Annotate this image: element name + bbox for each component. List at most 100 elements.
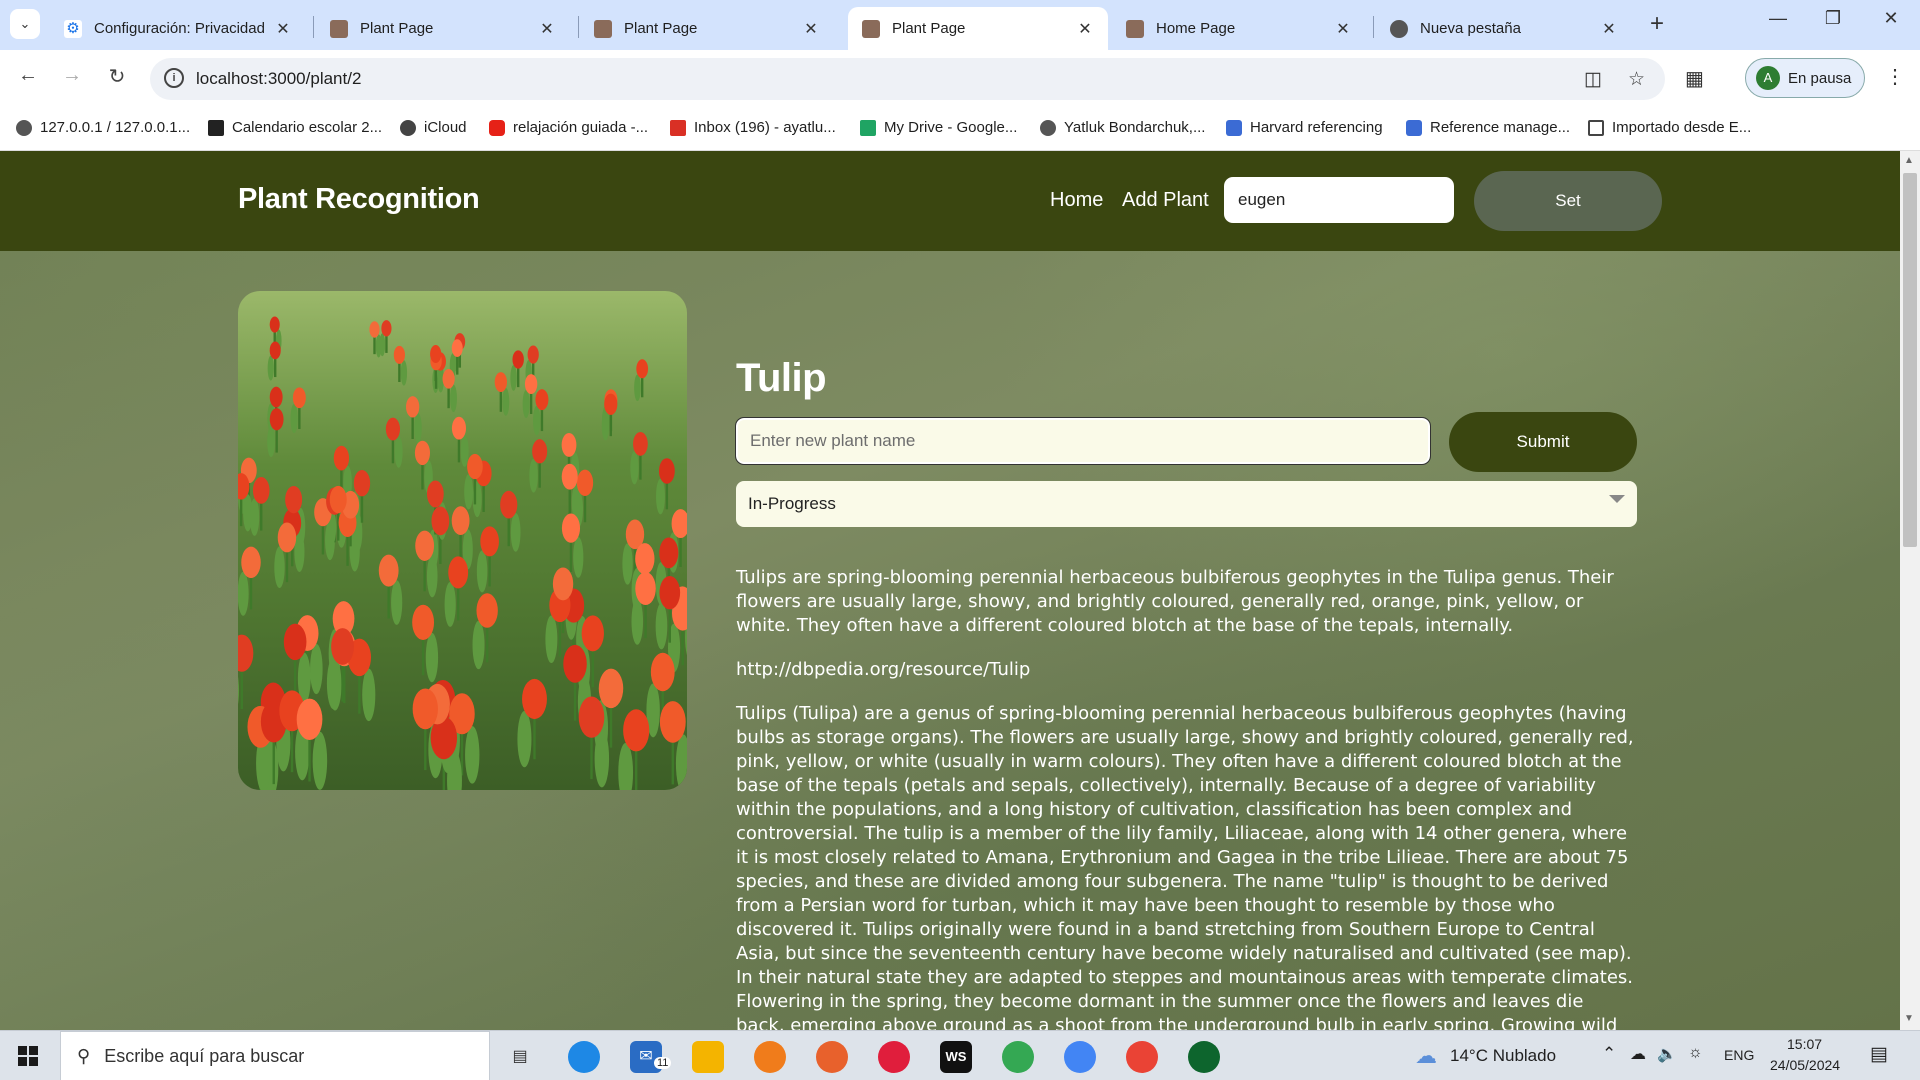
new-tab-icon[interactable]: + [1650,11,1664,37]
chrome-icon[interactable] [1064,1041,1096,1073]
menu-kebab-icon[interactable]: ⋮ [1885,64,1905,89]
tray-chevron-icon[interactable]: ⌃ [1602,1044,1616,1064]
bookmark-item[interactable]: My Drive - Google... [860,119,1017,136]
bookmark-item[interactable]: Reference manage... [1406,119,1570,136]
tulip-leaf [517,711,532,768]
tulip-bloom [451,339,463,357]
tab-plant-page-active[interactable]: Plant Page ✕ [848,7,1108,50]
tab-home-page[interactable]: Home Page ✕ [1112,7,1366,50]
file-explorer-icon[interactable] [692,1041,724,1073]
status-select[interactable]: In-Progress [736,481,1637,527]
language-indicator[interactable]: ENG [1724,1047,1754,1063]
tulip-leaf [274,546,285,589]
install-app-icon[interactable]: ◫ [1584,68,1602,91]
bookmark-item[interactable]: 127.0.0.1 / 127.0.0.1... [16,119,190,136]
set-username-button[interactable]: Set [1474,171,1662,231]
scroll-down-icon[interactable]: ▼ [1904,1013,1914,1024]
tulip-leaf [238,571,249,616]
search-icon: ⚲ [77,1045,91,1066]
opera-icon[interactable] [878,1041,910,1073]
submit-button[interactable]: Submit [1449,412,1637,472]
close-icon[interactable]: ✕ [538,19,556,39]
tulip-leaf [510,512,521,552]
browser-toolbar: ← → ↻ i localhost:3000/plant/2 ◫ ☆ ▦ A E… [0,50,1920,107]
tulip-bloom [563,644,587,683]
rename-plant-input[interactable] [735,417,1431,465]
tab-title: Home Page [1156,20,1236,37]
close-icon[interactable]: ✕ [1076,19,1094,39]
site-info-icon[interactable]: i [164,68,184,88]
address-bar[interactable]: i localhost:3000/plant/2 ◫ ☆ [150,58,1665,100]
bookmark-item[interactable]: Harvard referencing [1226,119,1383,136]
clock-time[interactable]: 15:07 [1787,1036,1822,1052]
reload-icon[interactable]: ↻ [103,64,131,89]
minimize-icon[interactable]: — [1755,8,1801,29]
tulip-leaf [425,632,439,683]
close-icon[interactable]: ✕ [1600,19,1618,39]
close-icon[interactable]: ✕ [802,19,820,39]
tulip-bloom [292,387,306,409]
bookmark-folder[interactable]: Importado desde E... [1588,119,1751,136]
scroll-up-icon[interactable]: ▲ [1904,155,1914,166]
extensions-puzzle-icon[interactable]: ▦ [1685,66,1704,91]
forward-arrow-icon[interactable]: → [58,64,86,87]
back-arrow-icon[interactable]: ← [14,64,42,87]
username-input[interactable] [1224,177,1454,223]
tab-plant-page[interactable]: Plant Page ✕ [316,7,570,50]
chrome-icon[interactable] [1126,1041,1158,1073]
volume-icon[interactable]: 🔈 [1657,1044,1677,1064]
profile-button[interactable]: A En pausa [1745,58,1865,98]
windows-start-icon[interactable] [18,1046,38,1066]
close-icon[interactable]: ✕ [1334,19,1352,39]
tulip-leaf [426,554,438,598]
site-brand[interactable]: Plant Recognition [238,183,480,216]
firefox-icon[interactable] [816,1041,848,1073]
tulip-bloom [512,350,524,369]
tab-plant-page[interactable]: Plant Page ✕ [580,7,834,50]
close-icon[interactable]: ✕ [274,19,292,39]
tulip-bloom [659,701,686,743]
notifications-icon[interactable]: ▤ [1870,1043,1888,1066]
tulip-bloom [331,628,354,665]
nav-link-home[interactable]: Home [1050,189,1103,212]
chevron-down-icon [1609,495,1625,503]
bookmark-star-icon[interactable]: ☆ [1628,68,1645,91]
status-selected-value: In-Progress [748,494,836,513]
tulip-leaf [391,580,403,625]
browser-tab-strip: ⌄ ⚙ Configuración: Privacidad y ✕ Plant … [0,0,1920,50]
clock-date[interactable]: 24/05/2024 [1770,1057,1840,1073]
weather-text[interactable]: 14°C Nublado [1450,1046,1556,1066]
page-scrollbar[interactable]: ▲ ▼ [1900,151,1920,1030]
dbpedia-link[interactable]: http://dbpedia.org/resource/Tulip [736,658,1636,682]
scrollbar-thumb[interactable] [1903,173,1917,547]
network-icon[interactable]: ☁ [1630,1044,1646,1064]
tulip-bloom [623,709,650,752]
url-text: localhost:3000/plant/2 [196,69,362,88]
nav-link-add-plant[interactable]: Add Plant [1122,189,1209,212]
tab-settings[interactable]: ⚙ Configuración: Privacidad y ✕ [50,7,306,50]
tab-separator [313,16,314,38]
edge-icon[interactable] [568,1041,600,1073]
brave-icon[interactable] [754,1041,786,1073]
bookmark-item[interactable]: Inbox (196) - ayatlu... [670,119,836,136]
tab-search-chevron-icon[interactable]: ⌄ [10,9,40,39]
bookmark-item[interactable]: Yatluk Bondarchuk,... [1040,119,1205,136]
tulip-bloom [598,668,624,709]
taskbar-search[interactable]: ⚲ Escribe aquí para buscar [60,1031,490,1080]
bookmark-item[interactable]: iCloud [400,119,467,136]
tulip-bloom [522,678,547,720]
bookmark-item[interactable]: Calendario escolar 2... [208,119,382,136]
tulip-bloom [578,696,605,738]
tulip-bloom [369,321,380,338]
webstorm-icon[interactable]: WS [940,1041,972,1073]
window-close-icon[interactable]: ✕ [1868,8,1914,29]
plant-short-description: Tulips are spring-blooming perennial her… [736,567,1614,636]
wifi-icon[interactable]: ☼ [1688,1044,1703,1062]
chrome-icon[interactable] [1002,1041,1034,1073]
task-view-icon[interactable]: ▤ [504,1041,536,1073]
bookmark-item[interactable]: relajación guiada -... [489,119,648,136]
tulip-leaf [362,668,376,722]
restore-icon[interactable]: ❐ [1810,8,1856,29]
mongodb-compass-icon[interactable] [1188,1041,1220,1073]
tab-new-tab[interactable]: Nueva pestaña ✕ [1376,7,1632,50]
